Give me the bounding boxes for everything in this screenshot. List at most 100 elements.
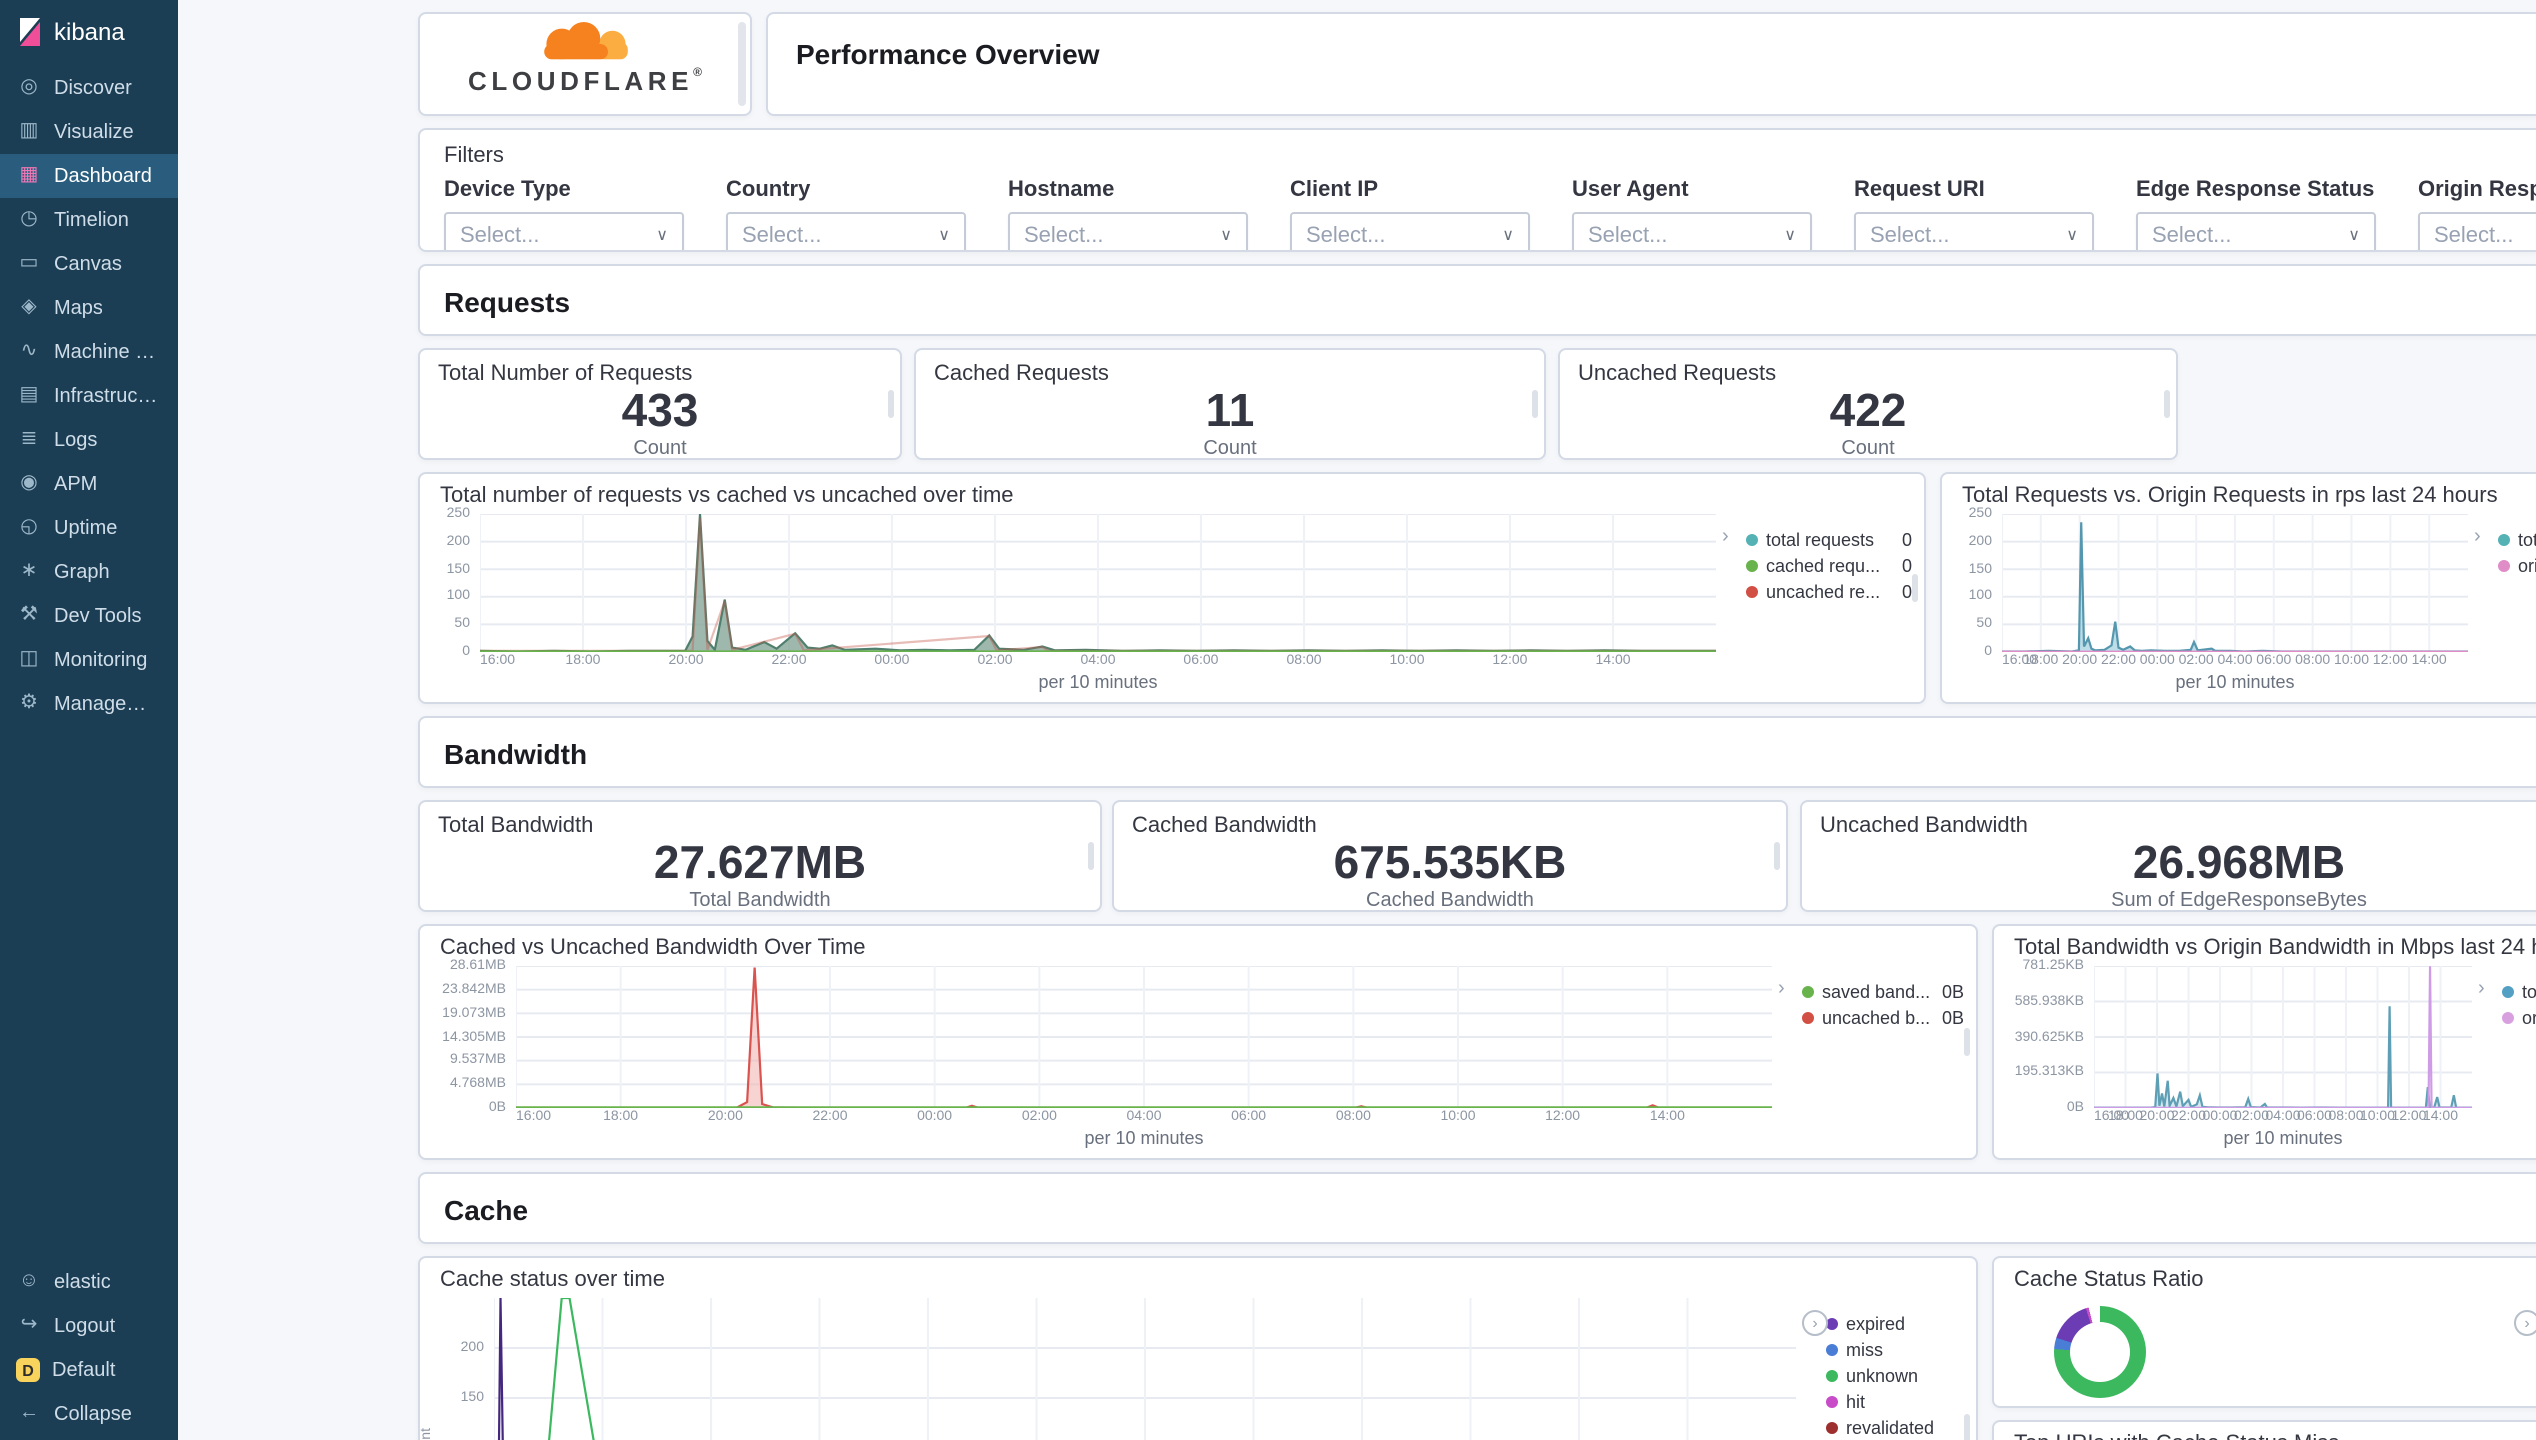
sidebar-item-maps[interactable]: ◈ Maps <box>0 286 178 330</box>
legend-item[interactable]: origin requests0 <box>2498 552 2536 578</box>
legend-collapse-icon[interactable]: › <box>1778 979 1785 1000</box>
sidebar-item-timelion[interactable]: ◷ Timelion <box>0 198 178 242</box>
x-tick-label: 14:00 <box>1649 1110 1685 1124</box>
sidebar-item-label: Timelion <box>54 209 129 231</box>
legend-item[interactable]: uncached re... 0 <box>1746 578 1916 604</box>
legend-item[interactable]: cached requ... 0 <box>1746 552 1916 578</box>
legend-item[interactable]: uncached b... 0B <box>1802 1004 1968 1030</box>
legend-collapse-icon[interactable]: › <box>1802 1310 1828 1336</box>
sidebar-item-machine-learning[interactable]: ∿ Machine Le... <box>0 330 178 374</box>
panel-chart-cache-status-ratio[interactable]: Cache Status Ratio ›unknownmissexpiredhi… <box>1992 1256 2536 1408</box>
panel-top-uris-cache-miss[interactable]: Top URIs with Cache Status Miss <box>1992 1420 2536 1440</box>
filter-select-device-type[interactable]: Select... ∨ <box>444 212 684 250</box>
y-tick-label: 50 <box>454 617 470 632</box>
legend-item[interactable]: saved band... 0B <box>1802 978 1968 1004</box>
chart-plot[interactable] <box>494 1298 1796 1440</box>
sidebar-item-user[interactable]: ☺ elastic <box>0 1260 178 1304</box>
panel-resize-handle[interactable] <box>888 390 894 418</box>
legend-item[interactable]: miss <box>1826 1336 1968 1362</box>
y-tick-label: 4.768MB <box>449 1077 506 1092</box>
panel-bandwidth-header[interactable]: Bandwidth <box>418 716 2536 788</box>
sidebar-item-dev-tools[interactable]: ⚒ Dev Tools <box>0 594 178 638</box>
chart-plot[interactable] <box>480 514 1716 652</box>
legend-item[interactable]: total requests0 <box>2498 526 2536 552</box>
sidebar-item-label: Logout <box>54 1315 116 1337</box>
filter-placeholder: Select... <box>2434 223 2514 247</box>
sidebar-item-graph[interactable]: ∗ Graph <box>0 550 178 594</box>
panel-cloudflare-logo[interactable]: CLOUDFLARE® <box>418 12 752 116</box>
legend-collapse-icon[interactable]: › <box>2474 527 2481 548</box>
panel-scrollbar[interactable] <box>738 22 746 106</box>
panel-requests-header[interactable]: Requests <box>418 264 2536 336</box>
legend-item[interactable]: total requests0 <box>1746 526 1916 552</box>
filter-select-user-agent[interactable]: Select... ∨ <box>1572 212 1812 250</box>
legend-item[interactable]: expired <box>1826 1310 1968 1336</box>
section-title-requests: Requests <box>444 286 571 318</box>
legend-item[interactable]: total badnw...0B <box>2502 978 2536 1004</box>
panel-chart-requests-over-time[interactable]: Total number of requests vs cached vs un… <box>418 472 1926 704</box>
cache-status-donut[interactable] <box>2054 1306 2146 1398</box>
legend-label: total requests <box>2518 529 2536 549</box>
panel-resize-handle[interactable] <box>1912 574 1918 602</box>
legend-dot <box>2502 985 2514 997</box>
kibana-logo[interactable]: kibana <box>0 0 178 60</box>
panel-metric-total-bandwidth[interactable]: Total Bandwidth 27.627MB Total Bandwidth <box>418 800 1102 912</box>
legend-label: total badnw... <box>2522 981 2536 1001</box>
sidebar-item-logs[interactable]: ≣ Logs <box>0 418 178 462</box>
panel-resize-handle[interactable] <box>1774 842 1780 870</box>
chart-plot[interactable] <box>2002 514 2468 652</box>
sidebar-item-uptime[interactable]: ◵ Uptime <box>0 506 178 550</box>
filter-select-client-ip[interactable]: Select... ∨ <box>1290 212 1530 250</box>
panel-metric-uncached-bandwidth[interactable]: Uncached Bandwidth 26.968MB Sum of EdgeR… <box>1800 800 2536 912</box>
chart-plot[interactable] <box>2094 966 2472 1108</box>
panel-resize-handle[interactable] <box>1088 842 1094 870</box>
sidebar-item-collapse[interactable]: ← Collapse <box>0 1392 178 1436</box>
panel-resize-handle[interactable] <box>1964 1414 1970 1440</box>
filter-select-country[interactable]: Select... ∨ <box>726 212 966 250</box>
sidebar-item-canvas[interactable]: ▭ Canvas <box>0 242 178 286</box>
legend-item[interactable]: unknown <box>1826 1362 1968 1388</box>
panel-chart-cached-vs-uncached-bandwidth[interactable]: Cached vs Uncached Bandwidth Over Time 2… <box>418 924 1978 1160</box>
metric-unit: Count <box>633 438 687 460</box>
sidebar-item-space-default[interactable]: D Default <box>0 1348 178 1392</box>
panel-resize-handle[interactable] <box>1532 390 1538 418</box>
sidebar-item-dashboard[interactable]: ▦ Dashboard <box>0 154 178 198</box>
panel-chart-cache-status-over-time[interactable]: Cache status over time Count200150100500… <box>418 1256 1978 1440</box>
sidebar-item-visualize[interactable]: ▥ Visualize <box>0 110 178 154</box>
panel-cache-header[interactable]: Cache <box>418 1172 2536 1244</box>
filter-select-edge-response-status[interactable]: Select... ∨ <box>2136 212 2376 250</box>
y-tick-label: 23.842MB <box>442 982 506 997</box>
x-tick-label: 22:00 <box>2170 1110 2207 1124</box>
sidebar-item-management[interactable]: ⚙ Management <box>0 682 178 726</box>
legend-collapse-icon[interactable]: › <box>2514 1310 2536 1336</box>
panel-metric-uncached-requests[interactable]: Uncached Requests 422 Count <box>1558 348 2178 460</box>
chart-plot[interactable] <box>516 966 1772 1108</box>
y-tick-label: 100 <box>1968 589 1992 604</box>
panel-chart-total-vs-origin-requests[interactable]: Total Requests vs. Origin Requests in rp… <box>1940 472 2536 704</box>
sidebar-item-monitoring[interactable]: ◫ Monitoring <box>0 638 178 682</box>
filter-select-hostname[interactable]: Select... ∨ <box>1008 212 1248 250</box>
panel-resize-handle[interactable] <box>2164 390 2170 418</box>
panel-chart-total-vs-origin-bandwidth[interactable]: Total Bandwidth vs Origin Bandwidth in M… <box>1992 924 2536 1160</box>
legend-label: origin requests <box>2518 555 2536 575</box>
sidebar-item-label: Dashboard <box>54 165 152 187</box>
panel-metric-cached-requests[interactable]: Cached Requests 11 Count <box>914 348 1546 460</box>
panel-metric-total-requests[interactable]: Total Number of Requests 433 Count <box>418 348 902 460</box>
sidebar-item-discover[interactable]: ◎ Discover <box>0 66 178 110</box>
panel-resize-handle[interactable] <box>1964 1028 1970 1056</box>
sidebar-item-label: Default <box>52 1359 116 1381</box>
sidebar-item-apm[interactable]: ◉ APM <box>0 462 178 506</box>
legend-collapse-icon[interactable]: › <box>1722 527 1729 548</box>
legend-item[interactable]: origin band...0B <box>2502 1004 2536 1030</box>
legend-item[interactable]: hit <box>1826 1388 1968 1414</box>
sidebar-item-logout[interactable]: ↪ Logout <box>0 1304 178 1348</box>
legend-item[interactable]: revalidated <box>1826 1414 1968 1440</box>
panel-metric-cached-bandwidth[interactable]: Cached Bandwidth 675.535KB Cached Bandwi… <box>1112 800 1788 912</box>
filter-select-request-uri[interactable]: Select... ∨ <box>1854 212 2094 250</box>
panel-performance-overview[interactable]: Performance Overview <box>766 12 2536 116</box>
filter-select-origin-response-status[interactable]: Select...∨ <box>2418 212 2536 250</box>
x-tick-label: 02:00 <box>2233 1110 2270 1124</box>
chevron-down-icon: ∨ <box>2348 226 2360 244</box>
legend-collapse-icon[interactable]: › <box>2478 979 2485 1000</box>
sidebar-item-infrastructure[interactable]: ▤ Infrastructure <box>0 374 178 418</box>
